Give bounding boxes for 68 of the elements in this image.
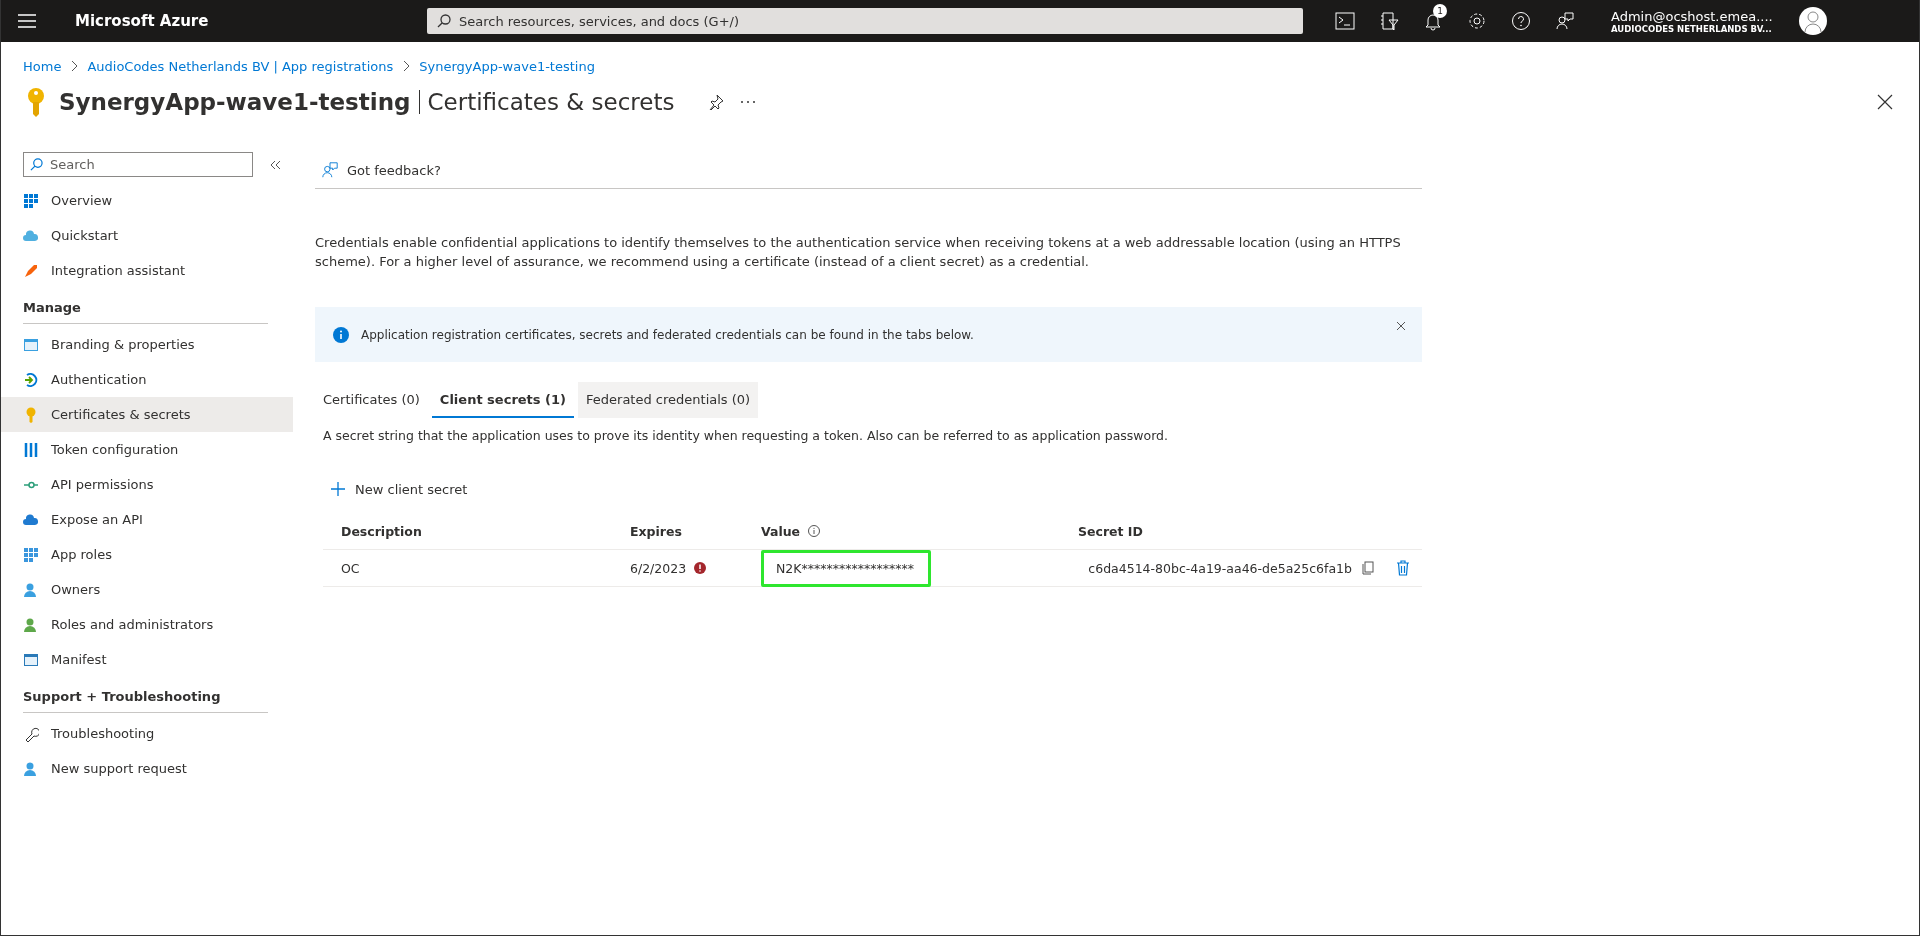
key-icon	[27, 87, 45, 117]
breadcrumb-link[interactable]: SynergyApp-wave1-testing	[419, 58, 595, 74]
table-cell: c6da4514-80bc-4a19-aa46-de5a25c6fa1b	[1088, 560, 1352, 576]
info-icon	[333, 326, 349, 343]
tab[interactable]: Client secrets (1)	[431, 382, 575, 418]
tenant-name[interactable]: AUDIOCODES NETHERLANDS BV...	[1611, 23, 1793, 34]
chevron-icon	[402, 60, 411, 72]
section-heading: Support + Troubleshooting	[23, 689, 268, 713]
column-header: Secret ID	[1078, 523, 1143, 539]
breadcrumb-link[interactable]: AudioCodes Netherlands BV | App registrations	[87, 58, 394, 74]
menu-item[interactable]: New support request	[1, 751, 293, 786]
menu-item[interactable]: Overview	[1, 183, 293, 218]
tab[interactable]: Federated credentials (0)	[578, 382, 759, 418]
sign-in-icon	[23, 371, 39, 388]
tab[interactable]: Certificates (0)	[315, 382, 428, 418]
column-header: Expires	[630, 523, 682, 539]
plus-icon	[331, 482, 345, 496]
menu-item[interactable]: Roles and administrators	[1, 607, 293, 642]
menu-item[interactable]: Token configuration	[1, 432, 293, 467]
secret-value: N2K******************	[761, 549, 931, 587]
wrench-icon	[23, 725, 39, 742]
page-title: SynergyApp-wave1-testing	[59, 89, 411, 115]
menu-item[interactable]: Authentication	[1, 362, 293, 397]
info-icon	[808, 525, 821, 537]
tab-description: A secret string that the application uses to prove its identity when requesting a token. Also can be referred to as application password.	[323, 428, 1170, 443]
feedback-button[interactable]: Got feedback?	[315, 161, 441, 179]
table-cell: OC	[341, 560, 360, 576]
menu-item[interactable]: Integration assistant	[1, 253, 293, 288]
search-icon	[437, 14, 451, 28]
grid-icon	[23, 546, 39, 563]
person-icon	[23, 760, 39, 777]
window-icon	[23, 651, 39, 668]
menu-item[interactable]: Quickstart	[1, 218, 293, 253]
column-header: Description	[341, 523, 422, 539]
cloud-icon	[23, 227, 39, 244]
menu-item[interactable]: Troubleshooting	[1, 716, 293, 751]
brand-name[interactable]: Microsoft Azure	[75, 12, 427, 30]
avatar-icon[interactable]	[1799, 7, 1827, 35]
account-name[interactable]: Admin@ocshost.emea....	[1611, 8, 1793, 24]
chevron-icon	[70, 60, 79, 72]
menu-item[interactable]: Owners	[1, 572, 293, 607]
new-client-secret-button[interactable]: New client secret	[331, 477, 468, 501]
banner-text: Application registration certificates, secrets and federated credentials can be found in the tabs below.	[361, 327, 975, 342]
menu-item[interactable]: Manifest	[1, 642, 293, 677]
window-icon	[23, 336, 39, 353]
section-heading: Manage	[23, 300, 268, 324]
menu-item[interactable]: Expose an API	[1, 502, 293, 537]
person-chat-icon	[321, 161, 339, 179]
global-search-field[interactable]: Search resources, services, and docs (G+/)	[427, 8, 1303, 34]
title-separator	[418, 90, 420, 114]
page-subtitle: Certificates & secrets	[427, 89, 675, 115]
menu-search-field[interactable]: Search	[23, 152, 253, 177]
column-header: Value	[761, 523, 801, 539]
person-icon	[23, 616, 39, 633]
menu-item[interactable]: Certificates & secrets	[1, 397, 293, 432]
table-cell: 6/2/2023	[630, 560, 687, 576]
menu-item[interactable]: API permissions	[1, 467, 293, 502]
notification-count: 1	[1433, 4, 1447, 18]
menu-item[interactable]: Branding & properties	[1, 327, 293, 362]
breadcrumb-link[interactable]: Home	[23, 58, 62, 74]
rocket-icon	[23, 262, 39, 279]
search-icon	[30, 158, 43, 171]
intro-text: Credentials enable confidential applications to identify themselves to the authentication service when receiving tokens at a web addressable location (using an HTTPS scheme). For a higher level of assurance, we recommend using a certificate (instead of a client secret) as a credential.	[315, 234, 1402, 271]
cloud-icon	[23, 511, 39, 528]
grid-icon	[23, 192, 39, 209]
person-icon	[23, 581, 39, 598]
menu-item[interactable]: App roles	[1, 537, 293, 572]
bars-icon	[23, 441, 39, 458]
